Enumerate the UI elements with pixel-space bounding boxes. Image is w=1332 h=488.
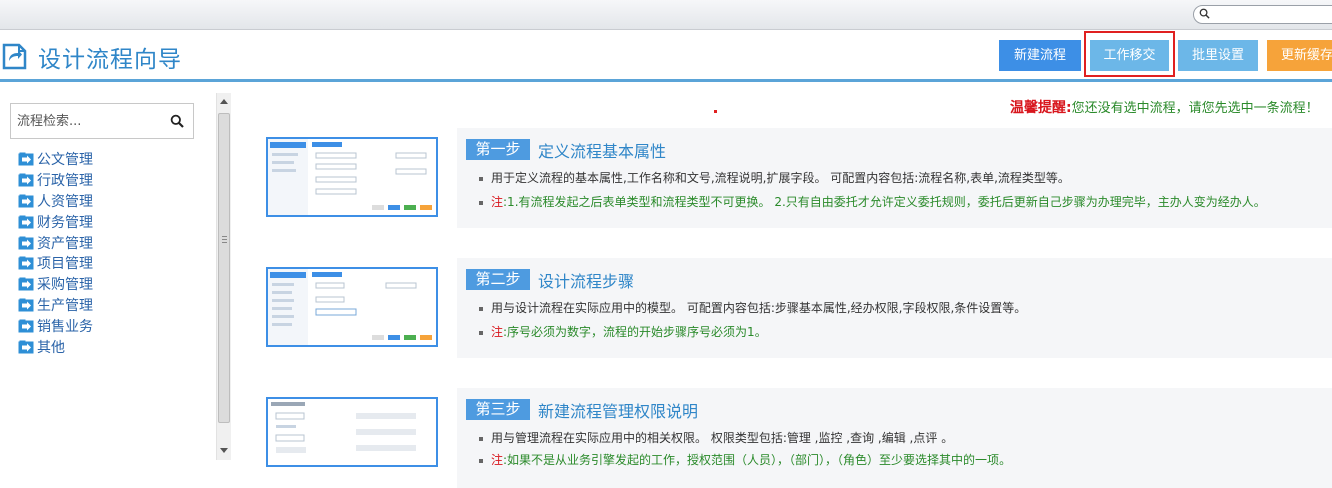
- step1-note: 注:1.有流程发起之后表单类型和流程类型不可更换。 2.只有自由委托才允许定义委…: [479, 193, 1266, 210]
- page-title: 设计流程向导: [38, 47, 182, 73]
- tree-item-other[interactable]: 其他: [18, 336, 93, 357]
- form-preview-icon: [271, 402, 416, 453]
- step2-note: 注:序号必须为数字，流程的开始步骤序号必须为1。: [479, 323, 767, 340]
- folder-icon: [18, 340, 34, 354]
- batch-settings-button[interactable]: 批里设置: [1178, 40, 1258, 71]
- bullet-icon: [479, 176, 483, 181]
- step2-description: 用与设计流程在实际应用中的模型。 可配置内容包括:步骤基本属性,经办权限,字段权…: [479, 299, 1026, 316]
- search-icon[interactable]: [170, 114, 184, 128]
- step2-thumbnail[interactable]: [266, 267, 438, 347]
- step1-panel: 第一步 定义流程基本属性 用于定义流程的基本属性,工作名称和文号,流程说明,扩展…: [457, 128, 1332, 228]
- folder-icon: [18, 256, 34, 270]
- marker-dot: [714, 110, 717, 113]
- step3-description: 用与管理流程在实际应用中的相关权限。 权限类型包括:管理 ,监控 ,查询 ,编辑…: [479, 429, 953, 446]
- flow-wizard-icon: [2, 43, 27, 70]
- update-cache-button[interactable]: 更新缓存: [1267, 40, 1332, 71]
- scroll-thumb[interactable]: [218, 113, 230, 423]
- bullet-icon: [479, 436, 483, 441]
- tree-item-production[interactable]: 生产管理: [18, 295, 93, 316]
- form-preview-icon: [268, 139, 432, 215]
- sidebar: 公文管理 行政管理 人资管理 财务管理 资产管理 项目管理 采购管理 生产管理: [0, 85, 216, 460]
- flow-search-input[interactable]: [17, 112, 157, 130]
- bullet-icon: [479, 458, 483, 463]
- step3-panel: 第三步 新建流程管理权限说明 用与管理流程在实际应用中的相关权限。 权限类型包括…: [457, 388, 1332, 488]
- folder-icon: [18, 173, 34, 187]
- tree-item-projects[interactable]: 项目管理: [18, 253, 93, 274]
- tree-item-assets[interactable]: 资产管理: [18, 232, 93, 253]
- notice-label: 温馨提醒:: [1010, 100, 1072, 116]
- step3-thumbnail[interactable]: [266, 397, 438, 467]
- notice-text: 您还没有选中流程，请您先选中一条流程！: [1071, 101, 1319, 116]
- tree-item-official-docs[interactable]: 公文管理: [18, 149, 93, 170]
- step1-title[interactable]: 定义流程基本属性: [538, 138, 666, 162]
- tree-item-admin[interactable]: 行政管理: [18, 170, 93, 191]
- top-toolbar: [0, 0, 1332, 30]
- folder-icon: [18, 319, 34, 333]
- step1-badge: 第一步: [466, 139, 530, 160]
- bullet-icon: [479, 200, 483, 205]
- step3-title[interactable]: 新建流程管理权限说明: [538, 398, 698, 422]
- folder-icon: [18, 298, 34, 312]
- new-flow-button[interactable]: 新建流程: [999, 40, 1081, 71]
- form-preview-icon: [268, 269, 432, 345]
- step2-title[interactable]: 设计流程步骤: [538, 268, 634, 292]
- tree-item-hr[interactable]: 人资管理: [18, 191, 93, 212]
- step1-thumbnail[interactable]: [266, 137, 438, 217]
- step2-badge: 第二步: [466, 269, 530, 290]
- folder-icon: [18, 152, 34, 166]
- notice: 温馨提醒:您还没有选中流程，请您先选中一条流程！: [1010, 97, 1319, 117]
- scroll-down-arrow-icon[interactable]: [220, 448, 228, 453]
- top-search-input[interactable]: [1193, 5, 1332, 24]
- search-icon: [1199, 8, 1210, 19]
- highlight-frame: [1084, 31, 1175, 77]
- folder-icon: [18, 194, 34, 208]
- folder-icon: [18, 236, 34, 250]
- flow-search-box: [10, 103, 194, 139]
- flow-category-tree: 公文管理 行政管理 人资管理 财务管理 资产管理 项目管理 采购管理 生产管理: [18, 149, 93, 357]
- folder-icon: [18, 215, 34, 229]
- tree-item-purchasing[interactable]: 采购管理: [18, 274, 93, 295]
- step1-description: 用于定义流程的基本属性,工作名称和文号,流程说明,扩展字段。 可配置内容包括:流…: [479, 169, 1070, 186]
- vertical-scrollbar[interactable]: [216, 93, 231, 460]
- tree-item-finance[interactable]: 财务管理: [18, 211, 93, 232]
- step2-panel: 第二步 设计流程步骤 用与设计流程在实际应用中的模型。 可配置内容包括:步骤基本…: [457, 258, 1332, 358]
- step3-badge: 第三步: [466, 399, 530, 420]
- scroll-up-arrow-icon[interactable]: [220, 99, 228, 104]
- tree-item-sales[interactable]: 销售业务: [18, 315, 93, 336]
- bullet-icon: [479, 330, 483, 335]
- grip-icon: [222, 236, 227, 243]
- bullet-icon: [479, 306, 483, 311]
- folder-icon: [18, 277, 34, 291]
